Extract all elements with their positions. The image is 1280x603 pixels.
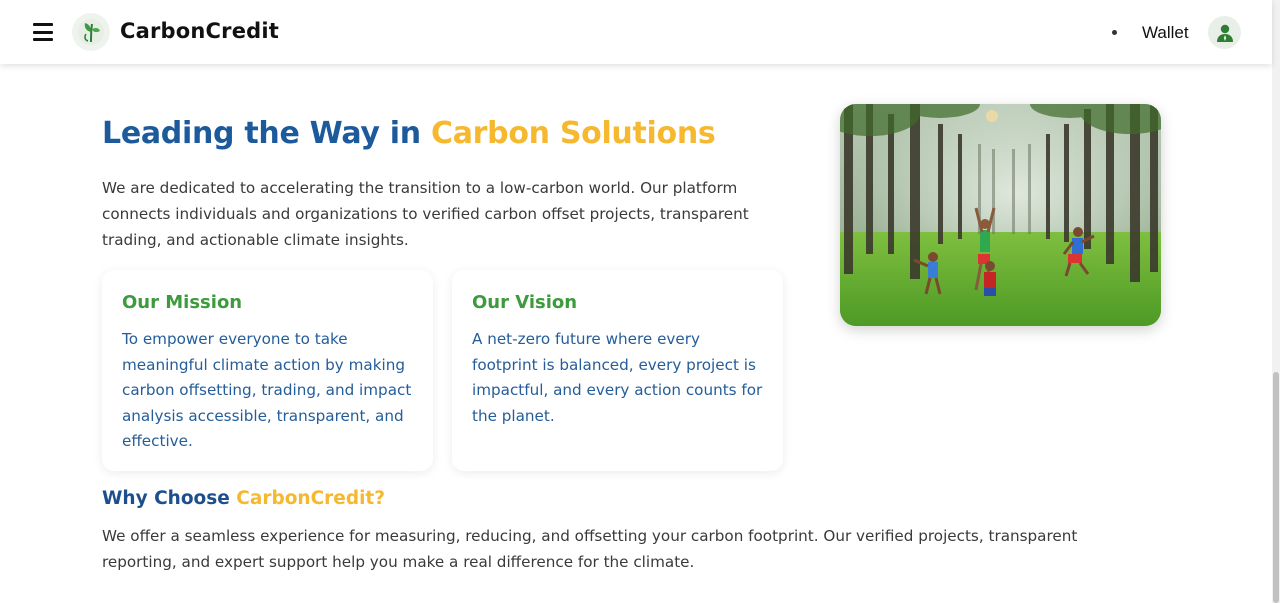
- vision-title: Our Vision: [472, 292, 578, 313]
- status-dot: [1112, 30, 1117, 35]
- hero-image-children-playing-in-forest: [840, 104, 1161, 326]
- intro-paragraph: We are dedicated to accelerating the tra…: [102, 179, 749, 249]
- mission-title: Our Mission: [122, 292, 243, 313]
- mission-text: To empower everyone to take meaningful c…: [122, 330, 412, 451]
- top-navbar: CarbonCredit Wallet: [0, 0, 1272, 64]
- mission-card: Our Mission To empower everyone to take …: [102, 270, 433, 471]
- user-avatar-icon[interactable]: [1208, 16, 1241, 49]
- hamburger-menu-icon[interactable]: [33, 23, 53, 41]
- leaf-logo-icon[interactable]: [72, 13, 110, 51]
- why-choose-paragraph: We offer a seamless experience for measu…: [102, 527, 1078, 571]
- vision-text: A net-zero future where every footprint …: [472, 330, 763, 425]
- page-title: Leading the Way in Carbon Solutions: [102, 116, 716, 151]
- wallet-button[interactable]: Wallet: [1142, 23, 1189, 43]
- scrollbar-thumb[interactable]: [1273, 372, 1279, 603]
- brand-name[interactable]: CarbonCredit: [120, 19, 279, 43]
- vision-card: Our Vision A net-zero future where every…: [452, 270, 783, 471]
- page-title-part1: Leading the Way in: [102, 116, 421, 151]
- page-title-part2: Carbon Solutions: [430, 116, 716, 151]
- why-choose-title-part2: CarbonCredit?: [236, 488, 385, 509]
- why-choose-title-part1: Why Choose: [102, 488, 230, 509]
- why-choose-title: Why Choose CarbonCredit?: [102, 488, 385, 509]
